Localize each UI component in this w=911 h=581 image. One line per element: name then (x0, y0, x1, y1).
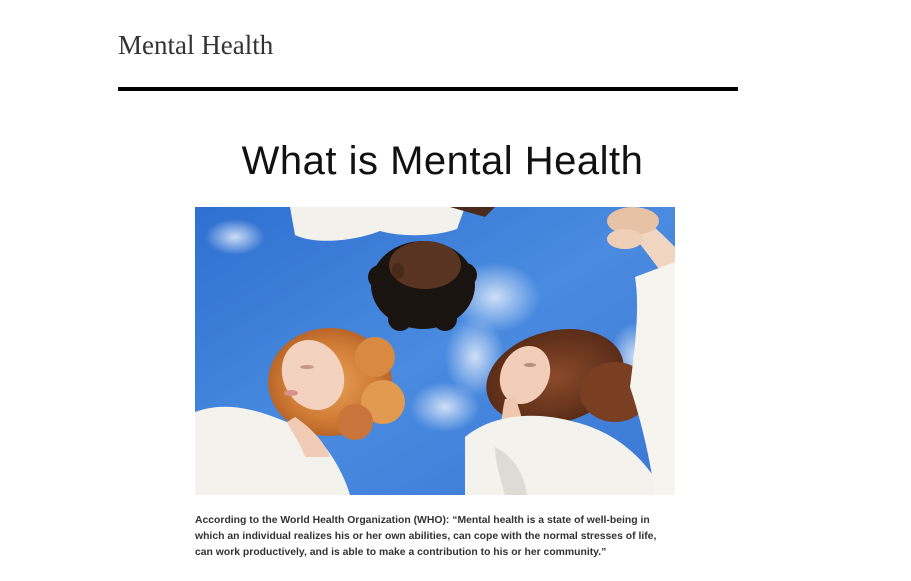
hero-image (195, 207, 675, 495)
curl (433, 307, 457, 331)
ear (392, 263, 404, 279)
hand (607, 229, 643, 249)
page: Mental Health What is Mental Health Acco… (0, 0, 911, 581)
eye (524, 363, 536, 367)
curl (368, 265, 392, 289)
intro-paragraph: According to the World Health Organizati… (195, 515, 657, 558)
cloud (205, 219, 265, 255)
site-title-link[interactable]: Mental Health (118, 28, 273, 62)
eye (300, 365, 314, 369)
header-divider (118, 87, 738, 91)
cloud (410, 382, 480, 432)
lock (355, 337, 395, 377)
lock (337, 404, 373, 440)
curl (388, 307, 412, 331)
hero-photo-illustration (195, 207, 675, 495)
lips (284, 390, 298, 396)
page-heading: What is Mental Health (241, 139, 644, 183)
